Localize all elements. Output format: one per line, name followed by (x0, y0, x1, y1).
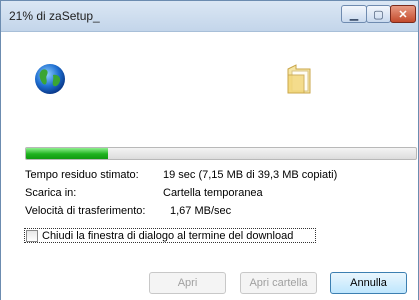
open-folder-button[interactable]: Apri cartella (240, 272, 317, 294)
open-button[interactable]: Apri (149, 272, 226, 294)
close-icon[interactable]: ✕ (390, 5, 416, 23)
folder-icon (287, 64, 311, 94)
download-location-row: Scarica in: Cartella temporanea (25, 187, 263, 199)
cancel-button[interactable]: Annulla (330, 272, 407, 294)
globe-icon (35, 64, 65, 94)
close-on-complete-option[interactable]: Chiudi la finestra di dialogo al termine… (24, 228, 316, 243)
download-location-label: Scarica in: (25, 187, 77, 199)
window-title: 21% di zaSetup_ (9, 9, 100, 23)
minimize-icon[interactable]: ▁ (341, 5, 367, 23)
close-on-complete-label[interactable]: Chiudi la finestra di dialogo al termine… (42, 230, 293, 242)
download-location-value: Cartella temporanea (163, 187, 263, 199)
time-remaining-value: 19 sec (7,15 MB di 39,3 MB copiati) (163, 169, 338, 181)
download-dialog: 21% di zaSetup_ ▁ ▢ ✕ Tempo residuo stim… (0, 0, 419, 300)
maximize-icon[interactable]: ▢ (366, 5, 391, 23)
transfer-speed-label: Velocità di trasferimento: (25, 205, 146, 217)
close-on-complete-checkbox[interactable] (26, 229, 38, 242)
time-remaining-label: Tempo residuo stimato: (25, 169, 139, 181)
transfer-speed-row: Velocità di trasferimento: 1,67 MB/sec (25, 205, 231, 217)
time-remaining-row: Tempo residuo stimato: 19 sec (7,15 MB d… (25, 169, 337, 181)
transfer-speed-value: 1,67 MB/sec (170, 205, 232, 217)
progress-fill (26, 148, 108, 159)
title-bar[interactable]: 21% di zaSetup_ ▁ ▢ ✕ (1, 1, 418, 32)
dialog-body: Tempo residuo stimato: 19 sec (7,15 MB d… (1, 32, 418, 300)
download-progress-bar (25, 147, 417, 160)
